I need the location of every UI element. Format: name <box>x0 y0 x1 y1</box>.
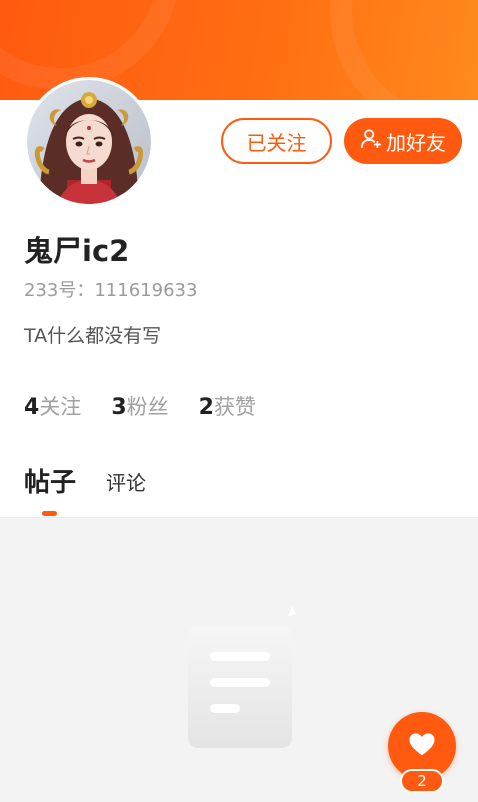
tab-comments-label: 评论 <box>106 471 147 495</box>
heart-icon <box>407 729 437 763</box>
avatar-image <box>27 80 151 204</box>
active-tab-indicator <box>42 511 57 516</box>
username: 鬼尸ic2 <box>24 234 130 268</box>
avatar[interactable] <box>24 77 154 207</box>
stat-likes-label: 获赞 <box>213 395 256 419</box>
stat-following-label: 关注 <box>39 395 82 419</box>
stat-likes-count: 2 <box>198 395 214 420</box>
bio-text: TA什么都没有写 <box>24 325 162 347</box>
account-id: 233号：111619633 <box>24 280 198 301</box>
empty-document-icon <box>184 602 296 756</box>
tab-posts[interactable]: 帖子 <box>24 462 77 516</box>
stat-followers[interactable]: 3 粉丝 <box>111 391 168 421</box>
followed-button[interactable]: 已关注 <box>221 118 332 164</box>
add-friend-button-label: 加好友 <box>386 130 446 155</box>
followed-button-label: 已关注 <box>246 130 307 155</box>
add-user-icon <box>360 128 382 155</box>
stat-following[interactable]: 4 关注 <box>24 391 81 421</box>
stat-followers-count: 3 <box>111 395 127 420</box>
stats-bar: 4 关注 3 粉丝 2 获赞 <box>24 391 256 421</box>
like-count-badge: 2 <box>400 769 444 793</box>
stat-following-count: 4 <box>24 395 40 420</box>
tab-comments[interactable]: 评论 <box>106 467 146 499</box>
stat-likes[interactable]: 2 获赞 <box>199 391 256 421</box>
stat-followers-label: 粉丝 <box>126 395 169 419</box>
add-friend-button[interactable]: 加好友 <box>344 118 462 164</box>
tab-posts-label: 帖子 <box>24 468 77 498</box>
profile-tabs: 帖子 评论 <box>24 462 146 516</box>
